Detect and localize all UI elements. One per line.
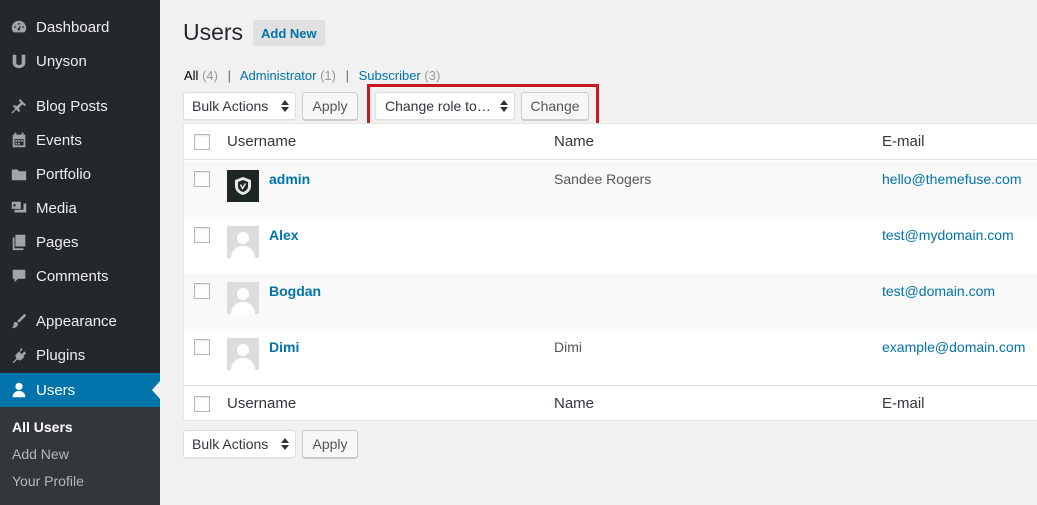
pages-icon — [0, 233, 36, 251]
add-new-button[interactable]: Add New — [253, 20, 325, 46]
column-username[interactable]: Username — [227, 133, 296, 150]
plugin-icon — [0, 346, 36, 364]
highlight-box — [367, 84, 599, 128]
dashboard-icon — [0, 18, 36, 36]
table-row: Dimi Dimi example@domain.com — [184, 329, 1037, 385]
brush-icon — [0, 312, 36, 330]
sidebar-item-label: Pages — [36, 233, 79, 251]
table-row: Bogdan test@domain.com — [184, 273, 1037, 329]
sidebar-item-label: Unyson — [36, 52, 87, 70]
table-header: Username Name E-mail — [184, 124, 1037, 160]
sidebar-item-pages[interactable]: Pages — [0, 225, 160, 259]
username-link[interactable]: Alex — [269, 227, 299, 243]
filter-administrator-count: (1) — [320, 68, 336, 83]
bulk-actions-label: Bulk Actions — [192, 98, 269, 114]
filter-separator: | — [227, 68, 231, 83]
bulk-actions-select-bottom[interactable]: Bulk Actions — [183, 430, 296, 458]
sidebar-item-appearance[interactable]: Appearance — [0, 304, 160, 338]
sidebar-item-events[interactable]: Events — [0, 123, 160, 157]
sidebar-item-media[interactable]: Media — [0, 191, 160, 225]
user-name: Sandee Rogers — [554, 171, 652, 187]
sidebar-item-label: Appearance — [36, 312, 117, 330]
default-avatar-icon — [227, 282, 259, 314]
submenu-your-profile[interactable]: Your Profile — [12, 473, 84, 489]
sidebar-item-users[interactable]: Users — [0, 373, 160, 407]
row-checkbox[interactable] — [194, 283, 210, 299]
sidebar-item-unyson[interactable]: Unyson — [0, 44, 160, 78]
default-avatar-icon — [227, 338, 259, 370]
email-link[interactable]: test@mydomain.com — [882, 227, 1014, 243]
sidebar-item-label: Portfolio — [36, 165, 92, 183]
sidebar-item-portfolio[interactable]: Portfolio — [0, 157, 160, 191]
table-row: admin Sandee Rogers hello@themefuse.com — [184, 161, 1037, 217]
filter-subscriber-count: (3) — [424, 68, 441, 83]
media-icon — [0, 199, 36, 217]
table-footer: Username Name E-mail — [184, 385, 1037, 421]
sidebar-item-label: Media — [36, 199, 77, 217]
pin-icon — [0, 97, 36, 115]
username-link[interactable]: Dimi — [269, 339, 299, 355]
table-row: Alex test@mydomain.com — [184, 217, 1037, 273]
bulk-actions-label: Bulk Actions — [192, 436, 269, 452]
users-table: Username Name E-mail admin Sandee Rogers… — [183, 123, 1037, 421]
sidebar-item-plugins[interactable]: Plugins — [0, 338, 160, 372]
sidebar-item-label: Users — [36, 381, 76, 399]
filter-all-count: (4) — [202, 68, 218, 83]
column-name[interactable]: Name — [554, 133, 594, 150]
filter-subscriber[interactable]: Subscriber — [359, 68, 421, 83]
select-arrows-icon — [281, 438, 289, 450]
shield-avatar-icon — [227, 170, 259, 202]
row-checkbox[interactable] — [194, 227, 210, 243]
email-link[interactable]: test@domain.com — [882, 283, 995, 299]
select-all-checkbox[interactable] — [194, 134, 210, 150]
user-name: Dimi — [554, 339, 582, 355]
bulk-actions-select-top[interactable]: Bulk Actions — [183, 92, 296, 120]
filter-all[interactable]: All — [184, 68, 198, 83]
user-icon — [0, 381, 36, 399]
username-link[interactable]: admin — [269, 171, 310, 187]
unyson-icon — [0, 52, 36, 70]
select-all-checkbox-footer[interactable] — [194, 396, 210, 412]
sidebar-item-label: Dashboard — [36, 18, 110, 36]
row-checkbox[interactable] — [194, 339, 210, 355]
sidebar-item-label: Events — [36, 131, 82, 149]
submenu-add-new[interactable]: Add New — [12, 446, 69, 462]
comment-icon — [0, 267, 36, 285]
apply-button-top[interactable]: Apply — [302, 92, 358, 120]
sidebar-item-label: Blog Posts — [36, 97, 108, 115]
select-arrows-icon — [281, 100, 289, 112]
email-link[interactable]: hello@themefuse.com — [882, 171, 1022, 187]
column-username-footer[interactable]: Username — [227, 395, 296, 412]
filter-administrator[interactable]: Administrator — [240, 68, 317, 83]
page-title: Users — [183, 19, 244, 45]
active-menu-arrow — [152, 381, 160, 399]
apply-button-bottom[interactable]: Apply — [302, 430, 358, 458]
username-link[interactable]: Bogdan — [269, 283, 321, 299]
email-link[interactable]: example@domain.com — [882, 339, 1025, 355]
sidebar-item-label: Comments — [36, 267, 109, 285]
submenu-all-users[interactable]: All Users — [12, 419, 73, 435]
column-email-footer[interactable]: E-mail — [882, 395, 925, 412]
folder-icon — [0, 165, 36, 183]
sidebar-item-blog-posts[interactable]: Blog Posts — [0, 89, 160, 123]
column-email[interactable]: E-mail — [882, 133, 925, 150]
column-name-footer[interactable]: Name — [554, 395, 594, 412]
default-avatar-icon — [227, 226, 259, 258]
sidebar-item-comments[interactable]: Comments — [0, 259, 160, 293]
row-checkbox[interactable] — [194, 171, 210, 187]
admin-sidebar: Dashboard Unyson Blog Posts Events Portf… — [0, 0, 160, 505]
sidebar-item-dashboard[interactable]: Dashboard — [0, 10, 160, 44]
user-role-filters: All (4) | Administrator (1) | Subscriber… — [184, 68, 440, 83]
sidebar-item-label: Plugins — [36, 346, 86, 364]
filter-separator: | — [345, 68, 349, 83]
calendar-icon — [0, 131, 36, 149]
users-submenu: All Users Add New Your Profile — [0, 407, 160, 505]
